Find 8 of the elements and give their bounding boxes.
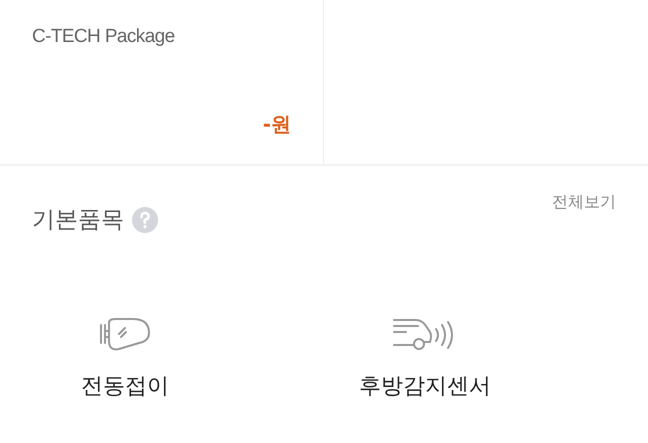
section-title: 기본품목 [32, 206, 124, 235]
feature-label: 전동접이 [81, 373, 169, 401]
side-mirror-icon [99, 317, 151, 351]
view-all-link[interactable]: 전체보기 [552, 192, 616, 235]
package-price: -원 [262, 111, 291, 138]
help-icon[interactable] [132, 206, 158, 232]
feature-label: 후방감지센서 [359, 373, 491, 401]
package-name: C-TECH Package [32, 26, 176, 48]
